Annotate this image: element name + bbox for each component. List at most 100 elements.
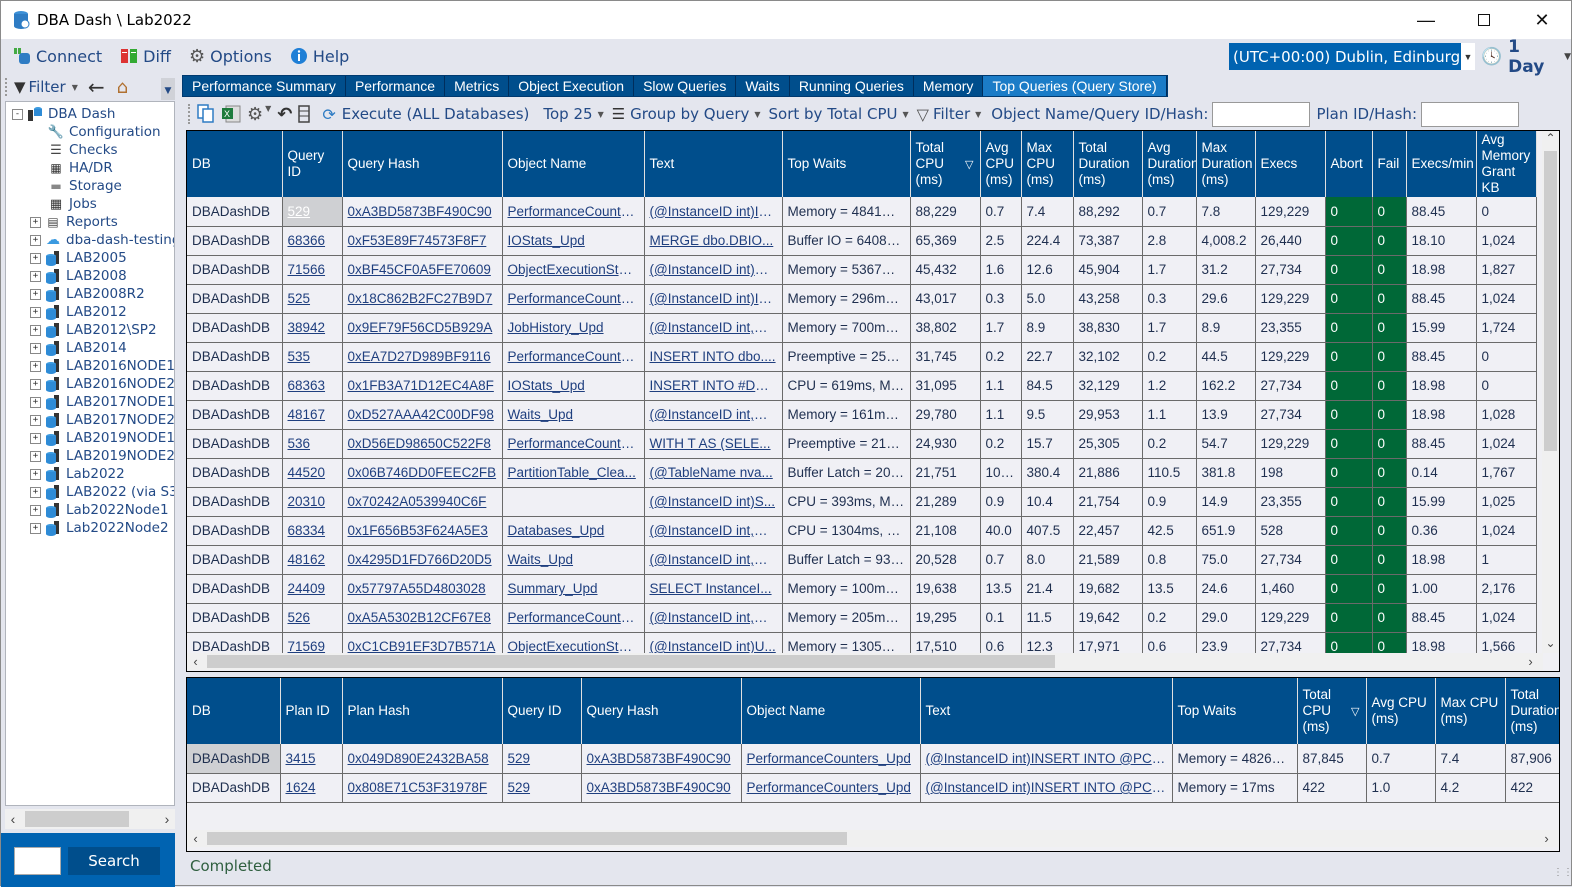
scroll-up-arrow[interactable]: ⌃ bbox=[1542, 131, 1559, 148]
tree-item-lab2017node1[interactable]: + LAB2017NODE1 bbox=[30, 393, 174, 411]
table-row[interactable]: DBADashDB 526 0xA5A5302B12CF67E8 Performanc… bbox=[187, 603, 1537, 633]
tree-item-configuration[interactable]: 🔧 Configuration bbox=[48, 123, 161, 141]
cell-query-id[interactable]: 68363 bbox=[282, 371, 343, 401]
tree-item-lab2014[interactable]: + LAB2014 bbox=[30, 339, 127, 357]
cell-text[interactable]: (@InstanceID int,@... bbox=[644, 603, 783, 633]
table-row[interactable]: DBADashDB 48162 0x4295D1FD766D20D5 Waits_Up… bbox=[187, 545, 1537, 575]
column-header-top-waits[interactable]: Top Waits bbox=[782, 131, 911, 197]
tree-item-reports[interactable]: + ▤ Reports bbox=[30, 213, 118, 231]
tree-filter-button[interactable]: Filter bbox=[29, 78, 66, 96]
table-row[interactable]: DBADashDB 535 0xEA7D27D989BF9116 Performanc… bbox=[187, 342, 1537, 372]
expand-icon[interactable]: + bbox=[30, 450, 41, 462]
cell-text[interactable]: (@InstanceID int)IN... bbox=[644, 284, 783, 314]
cell-query-hash[interactable]: 0xA3BD5873BF490C90 bbox=[581, 773, 742, 803]
cell-object-name[interactable]: Waits_Upd bbox=[502, 400, 645, 430]
tab-performance-summary[interactable]: Performance Summary bbox=[183, 76, 346, 96]
tree-item-lab2022node2[interactable]: + Lab2022Node2 bbox=[30, 519, 169, 537]
scroll-down-arrow[interactable]: ⌄ bbox=[1542, 636, 1559, 653]
cell-query-hash[interactable]: 0x18C862B2FC27B9D7 bbox=[342, 284, 503, 314]
toolbar-overflow-button[interactable]: ▼ bbox=[161, 78, 175, 100]
table-row[interactable]: DBADashDB 68366 0xF53E89F74573F8F7 IOStats_… bbox=[187, 226, 1537, 256]
expand-icon[interactable]: + bbox=[30, 270, 41, 282]
cell-query-hash[interactable]: 0x57797A55D4803028 bbox=[342, 574, 503, 604]
cell-object-name[interactable]: JobHistory_Upd bbox=[502, 313, 645, 343]
plan-filter-input[interactable] bbox=[1421, 101, 1519, 127]
resize-grip[interactable]: ⋮⋮ bbox=[1553, 867, 1572, 879]
column-header-query-id[interactable]: Query ID bbox=[282, 131, 343, 197]
cell-query-hash[interactable]: 0xF53E89F74573F8F7 bbox=[342, 226, 503, 256]
column-header-text[interactable]: Text bbox=[920, 678, 1173, 744]
cell-query-id[interactable]: 529 bbox=[282, 197, 343, 227]
cell-plan-id[interactable]: 1624 bbox=[280, 773, 343, 803]
cell-query-hash[interactable]: 0x06B746DD0FEEC2FB bbox=[342, 458, 503, 488]
tree-item-storage[interactable]: ▬ Storage bbox=[48, 177, 122, 195]
table-row[interactable]: DBADashDB 1624 0x808E71C53F31978F 529 0xA3BD… bbox=[187, 773, 1559, 803]
expand-icon[interactable]: + bbox=[30, 288, 41, 300]
tab-object-execution[interactable]: Object Execution bbox=[509, 76, 635, 96]
maximize-button[interactable] bbox=[1455, 1, 1513, 39]
cell-text[interactable]: INSERT INTO #DBI... bbox=[644, 371, 783, 401]
close-button[interactable]: ✕ bbox=[1513, 1, 1571, 39]
cell-query-id[interactable]: 526 bbox=[282, 603, 343, 633]
tree-item-lab2022node1[interactable]: + Lab2022Node1 bbox=[30, 501, 169, 519]
column-header-db[interactable]: DB bbox=[187, 678, 281, 744]
tree-item-lab2016node2[interactable]: + LAB2016NODE2 bbox=[30, 375, 174, 393]
scroll-right-arrow[interactable]: › bbox=[159, 809, 175, 829]
cell-query-id[interactable]: 48162 bbox=[282, 545, 343, 575]
tree-item-lab2019node2[interactable]: + LAB2019NODE2 bbox=[30, 447, 174, 465]
grid-horizontal-scrollbar[interactable]: ‹ › bbox=[187, 653, 1543, 670]
cell-object-name[interactable]: Databases_Upd bbox=[502, 516, 645, 546]
cell-query-hash[interactable]: 0xA3BD5873BF490C90 bbox=[342, 197, 503, 227]
timezone-select[interactable]: (UTC+00:00) Dublin, Edinburgh, Li bbox=[1229, 43, 1461, 70]
expand-icon[interactable]: + bbox=[30, 504, 41, 516]
cell-query-id[interactable]: 535 bbox=[282, 342, 343, 372]
expand-icon[interactable]: + bbox=[30, 342, 41, 354]
options-menu[interactable]: ⚙ Options bbox=[189, 46, 272, 67]
time-period-menu[interactable]: 🕓 1 Day ▼ bbox=[1481, 37, 1571, 77]
column-header-max-cpu-ms[interactable]: Max CPU (ms) bbox=[1021, 131, 1074, 197]
table-row[interactable]: DBADashDB 68334 0x1F656B53F624A5E3 Database… bbox=[187, 516, 1537, 546]
scroll-thumb[interactable] bbox=[207, 832, 847, 845]
search-button[interactable]: Search bbox=[68, 847, 160, 875]
expand-icon[interactable]: + bbox=[30, 414, 41, 426]
cell-query-hash[interactable]: 0xEA7D27D989BF9116 bbox=[342, 342, 503, 372]
scroll-thumb[interactable] bbox=[25, 811, 129, 827]
table-row[interactable]: DBADashDB 529 0xA3BD5873BF490C90 Performanc… bbox=[187, 197, 1537, 227]
expand-icon[interactable]: + bbox=[30, 234, 41, 246]
help-menu[interactable]: Help bbox=[290, 47, 349, 66]
cell-query-id[interactable]: 38942 bbox=[282, 313, 343, 343]
tree-item-lab2019node1[interactable]: + LAB2019NODE1 bbox=[30, 429, 174, 447]
column-header-execs-min[interactable]: Execs/min bbox=[1406, 131, 1477, 197]
expand-icon[interactable]: + bbox=[30, 522, 41, 534]
cell-text[interactable]: (@InstanceID int)INSERT INTO @PC( ... bbox=[920, 773, 1173, 803]
tree-item-lab2008r2[interactable]: + LAB2008R2 bbox=[30, 285, 145, 303]
tree-item-checks[interactable]: ☰ Checks bbox=[48, 141, 117, 159]
connect-menu[interactable]: Connect bbox=[13, 47, 102, 66]
scroll-left-arrow[interactable]: ‹ bbox=[5, 809, 21, 829]
table-row[interactable]: DBADashDB 68363 0x1FB3A71D12EC4A8F IOStats_… bbox=[187, 371, 1537, 401]
cell-text[interactable]: (@InstanceID int)WI... bbox=[644, 255, 783, 285]
scroll-right-arrow[interactable]: › bbox=[1522, 653, 1539, 670]
table-row[interactable]: DBADashDB 44520 0x06B746DD0FEEC2FB Partitio… bbox=[187, 458, 1537, 488]
cell-object-name[interactable]: Waits_Upd bbox=[502, 545, 645, 575]
cell-query-hash[interactable]: 0xD56ED98650C522F8 bbox=[342, 429, 503, 459]
cell-query-hash[interactable]: 0xA5A5302B12CF67E8 bbox=[342, 603, 503, 633]
tab-slow-queries[interactable]: Slow Queries bbox=[634, 76, 737, 96]
tree-item-lab2016node1[interactable]: + LAB2016NODE1 bbox=[30, 357, 174, 375]
scroll-left-arrow[interactable]: ‹ bbox=[187, 653, 204, 670]
tree-item-jobs[interactable]: ▦ Jobs bbox=[48, 195, 97, 213]
excel-export-button[interactable]: X bbox=[221, 104, 241, 124]
cell-query-id[interactable]: 48167 bbox=[282, 400, 343, 430]
cell-object-name[interactable]: IOStats_Upd bbox=[502, 371, 645, 401]
scroll-right-arrow[interactable]: › bbox=[1538, 830, 1555, 847]
table-row[interactable]: DBADashDB 536 0xD56ED98650C522F8 Performanc… bbox=[187, 429, 1537, 459]
column-header-query-id[interactable]: Query ID bbox=[502, 678, 582, 744]
object-filter-input[interactable] bbox=[1212, 101, 1311, 127]
expand-icon[interactable]: + bbox=[30, 432, 41, 444]
scroll-left-arrow[interactable]: ‹ bbox=[187, 830, 204, 847]
cell-plan-id[interactable]: 3415 bbox=[280, 744, 343, 774]
tree-item-lab2017node2[interactable]: + LAB2017NODE2 bbox=[30, 411, 174, 429]
expand-icon[interactable]: + bbox=[30, 378, 41, 390]
scroll-thumb[interactable] bbox=[1544, 151, 1557, 451]
filter-dropdown[interactable]: Filter bbox=[933, 105, 970, 123]
